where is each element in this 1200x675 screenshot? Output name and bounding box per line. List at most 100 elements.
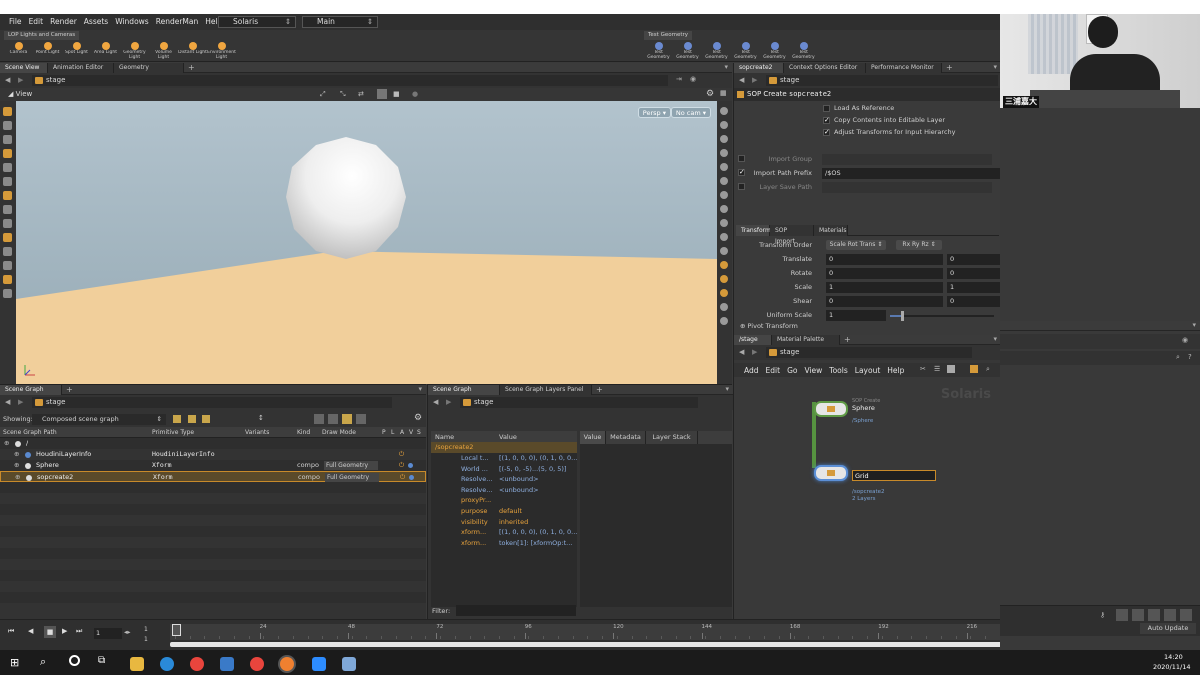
tool-icon[interactable] bbox=[3, 149, 12, 158]
table-row[interactable]: proxyPr... bbox=[431, 495, 577, 506]
tool-icon[interactable] bbox=[3, 177, 12, 186]
tool-icon[interactable] bbox=[720, 233, 728, 241]
shelf-tool[interactable]: Volume Light bbox=[149, 41, 178, 61]
tool-icon[interactable] bbox=[3, 261, 12, 270]
column-header[interactable]: Variants bbox=[245, 429, 297, 436]
details-value-tab[interactable]: Value bbox=[580, 431, 606, 444]
persp-menu[interactable]: Persp ▾ bbox=[637, 107, 671, 118]
network-tab[interactable]: /stage bbox=[734, 335, 772, 345]
frame-ruler[interactable]: 24 48 72 96 120 144 168 192 216 bbox=[170, 624, 1000, 640]
palette-icon[interactable] bbox=[970, 365, 978, 373]
filter-icon[interactable] bbox=[342, 414, 352, 424]
table-row[interactable]: purpose default bbox=[431, 506, 577, 517]
load-as-reference-checkbox[interactable] bbox=[823, 105, 830, 112]
transform-value-field[interactable]: 1 bbox=[947, 282, 1000, 293]
expand-icon[interactable]: ⊕ bbox=[15, 472, 20, 483]
shelf-tool[interactable]: Test Geometry bbox=[673, 41, 702, 61]
tool-icon[interactable]: ● bbox=[412, 90, 418, 98]
column-header[interactable]: A bbox=[400, 429, 408, 436]
network-tab[interactable]: Material Palette bbox=[772, 335, 840, 345]
column-header[interactable]: S bbox=[417, 429, 425, 436]
shelf-tool[interactable]: Test Geometry bbox=[644, 41, 673, 61]
column-header[interactable]: V bbox=[409, 429, 417, 436]
tool-icon[interactable] bbox=[720, 261, 728, 269]
forward-arrow-icon[interactable]: ▶ bbox=[752, 76, 757, 84]
cortana-icon[interactable] bbox=[69, 655, 80, 666]
forward-arrow-icon[interactable]: ▶ bbox=[18, 398, 23, 406]
add-tab-icon[interactable]: + bbox=[844, 335, 851, 344]
tool-icon[interactable] bbox=[720, 149, 728, 157]
rotate-order-menu[interactable]: Rx Ry Rz ⇕ bbox=[896, 240, 942, 250]
tool-icon[interactable] bbox=[3, 121, 12, 130]
params-subtab[interactable]: Materials bbox=[814, 225, 848, 236]
network-menu-item[interactable]: Tools bbox=[829, 366, 847, 375]
params-subtab[interactable]: SOP Import bbox=[770, 225, 814, 245]
houdini-icon[interactable] bbox=[280, 657, 294, 671]
add-tab-icon[interactable]: + bbox=[946, 63, 953, 72]
table-row[interactable]: ⊕ Sphere Xform compo Full Geometry ⏻ bbox=[0, 460, 426, 471]
params-tab[interactable]: Performance Monitor bbox=[866, 63, 942, 73]
tool-icon[interactable] bbox=[3, 107, 12, 116]
menu-item[interactable]: Edit bbox=[29, 17, 44, 26]
pane-menu-icon[interactable]: ▾ bbox=[724, 63, 728, 72]
column-header[interactable]: Primitive Type bbox=[152, 429, 244, 436]
pivot-transform-folder[interactable]: ⊕ Pivot Transform bbox=[740, 322, 798, 330]
draw-mode-menu[interactable]: Full Geometry bbox=[324, 461, 378, 470]
zoom-icon[interactable]: ⌕ bbox=[986, 365, 990, 374]
uniform-scale-slider[interactable] bbox=[890, 311, 994, 321]
adjust-transforms-checkbox[interactable]: ✓ bbox=[823, 129, 830, 136]
import-group-field[interactable] bbox=[822, 154, 992, 165]
tool-icon[interactable] bbox=[720, 107, 728, 115]
table-row[interactable]: Local t... [(1, 0, 0, 0), (0, 1, 0, 0... bbox=[431, 453, 577, 464]
shelf-tool[interactable]: Environment Light bbox=[207, 41, 236, 61]
network-menu-item[interactable]: Layout bbox=[855, 366, 881, 375]
scene-graph-tab[interactable]: Scene Graph Tree bbox=[0, 385, 62, 403]
viewer-tab[interactable]: Geometry Spreadsheet bbox=[114, 63, 184, 81]
transform-value-field[interactable]: 0 bbox=[826, 254, 943, 265]
node-name-field[interactable]: sopcreate2 bbox=[789, 89, 999, 100]
params-tab[interactable]: Context Options Editor bbox=[784, 63, 866, 73]
range-start-2[interactable]: 1 bbox=[144, 636, 148, 643]
stop-icon[interactable]: ■ bbox=[44, 626, 56, 638]
pane-menu-icon[interactable]: ▾ bbox=[993, 63, 997, 72]
tool-icon[interactable] bbox=[720, 275, 728, 283]
tool-icon[interactable] bbox=[3, 247, 12, 256]
tool-icon[interactable]: ⤡ bbox=[340, 90, 346, 99]
shelf-tool[interactable]: Area Light bbox=[91, 41, 120, 61]
viewer-tab[interactable]: Animation Editor bbox=[48, 63, 114, 73]
filter-icon[interactable] bbox=[356, 414, 366, 424]
shelf-tool[interactable]: Test Geometry bbox=[760, 41, 789, 61]
range-slider[interactable] bbox=[170, 642, 1000, 647]
shelf-tool[interactable]: Test Geometry bbox=[731, 41, 760, 61]
chrome-icon[interactable] bbox=[250, 657, 264, 671]
active-icon[interactable]: ⏻ bbox=[400, 472, 405, 483]
shelf-tool[interactable]: Test Geometry bbox=[702, 41, 731, 61]
tool-icon[interactable] bbox=[1116, 609, 1128, 621]
tool-icon[interactable] bbox=[720, 317, 728, 325]
shelf-tool[interactable]: Point Light bbox=[33, 41, 62, 61]
expand-icon[interactable]: ⊕ bbox=[14, 449, 19, 460]
link-icon[interactable]: ◉ bbox=[690, 75, 696, 83]
viewport-menu[interactable]: ◢ View bbox=[8, 90, 32, 98]
tool-icon[interactable] bbox=[720, 135, 728, 143]
display-options-icon[interactable]: ▦ bbox=[720, 89, 727, 97]
shelf-tool[interactable]: Spot Light bbox=[62, 41, 91, 61]
shelf-tab-test-geometry[interactable]: Test Geometry bbox=[644, 31, 693, 40]
tool-icon[interactable] bbox=[3, 275, 12, 284]
skip-start-icon[interactable]: ⏮ bbox=[8, 627, 14, 636]
viewport[interactable]: Persp ▾ No cam ▾ bbox=[16, 101, 717, 384]
tool-icon[interactable] bbox=[720, 191, 728, 199]
app-icon[interactable] bbox=[342, 657, 356, 671]
clock-date[interactable]: 2020/11/14 bbox=[1153, 663, 1190, 671]
forward-arrow-icon[interactable]: ▶ bbox=[752, 348, 757, 356]
tool-icon[interactable] bbox=[720, 289, 728, 297]
tool-icon[interactable]: ■ bbox=[393, 90, 400, 98]
transform-value-field[interactable]: 0 bbox=[826, 296, 943, 307]
node-sphere[interactable] bbox=[814, 401, 848, 417]
key-icon[interactable]: ⚷ bbox=[1100, 611, 1105, 619]
transform-value-field[interactable]: 0 bbox=[826, 268, 943, 279]
active-icon[interactable]: ⏻ bbox=[399, 449, 404, 460]
transform-value-field[interactable]: 0 bbox=[947, 254, 1000, 265]
network-menu-item[interactable]: Go bbox=[787, 366, 797, 375]
edge-icon[interactable] bbox=[160, 657, 174, 671]
